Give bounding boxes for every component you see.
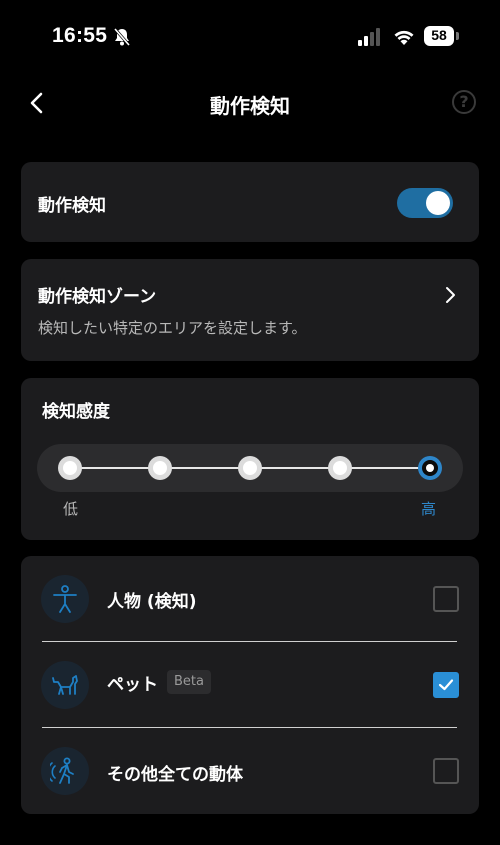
page-title: 動作検知 — [210, 94, 290, 118]
cellular-signal-icon — [358, 28, 380, 46]
list-item-other-motion[interactable]: その他全ての動体 — [21, 728, 479, 814]
person-label: 人物 (検知) — [107, 592, 197, 612]
pet-icon — [41, 661, 89, 709]
other-motion-label: その他全ての動体 — [107, 765, 243, 785]
sensitivity-card: 検知感度 低 高 — [21, 378, 479, 540]
pet-checkbox[interactable] — [433, 672, 459, 698]
list-item-pet[interactable]: ペット Beta — [21, 642, 479, 728]
sensitivity-level-5[interactable] — [418, 456, 442, 480]
bell-muted-icon — [113, 28, 131, 46]
sensitivity-label: 検知感度 — [42, 402, 110, 422]
status-bar: 16:55 58 — [0, 0, 500, 70]
detection-targets-card: 人物 (検知) ペット Beta その他全ての動体 — [21, 556, 479, 814]
motion-detection-card: 動作検知 — [21, 162, 479, 242]
sensitivity-level-3[interactable] — [238, 456, 262, 480]
sensitivity-high-label: 高 — [421, 500, 437, 518]
detection-zone-card[interactable]: 動作検知ゾーン 検知したい特定のエリアを設定します。 — [21, 259, 479, 361]
battery-icon: 58 — [424, 26, 460, 48]
motion-detection-toggle[interactable] — [397, 188, 453, 218]
other-motion-checkbox[interactable] — [433, 758, 459, 784]
chevron-right-icon — [446, 287, 455, 303]
battery-level: 58 — [431, 27, 447, 43]
nav-bar: 動作検知 ? — [0, 80, 500, 126]
checkmark-icon — [438, 679, 454, 691]
pet-label: ペット — [107, 675, 158, 695]
sensitivity-level-4[interactable] — [328, 456, 352, 480]
list-item-person[interactable]: 人物 (検知) — [21, 556, 479, 642]
status-time: 16:55 — [52, 24, 108, 47]
beta-badge: Beta — [167, 670, 211, 694]
motion-icon — [41, 747, 89, 795]
detection-zone-description: 検知したい特定のエリアを設定します。 — [38, 319, 307, 337]
sensitivity-level-1[interactable] — [58, 456, 82, 480]
motion-detection-label: 動作検知 — [38, 196, 106, 216]
wifi-icon — [394, 30, 414, 45]
sensitivity-slider[interactable] — [37, 444, 463, 492]
detection-zone-label: 動作検知ゾーン — [38, 287, 157, 307]
person-checkbox[interactable] — [433, 586, 459, 612]
toggle-knob — [426, 191, 450, 215]
sensitivity-level-2[interactable] — [148, 456, 172, 480]
person-icon — [41, 575, 89, 623]
sensitivity-low-label: 低 — [63, 500, 79, 518]
help-icon[interactable]: ? — [452, 90, 476, 114]
